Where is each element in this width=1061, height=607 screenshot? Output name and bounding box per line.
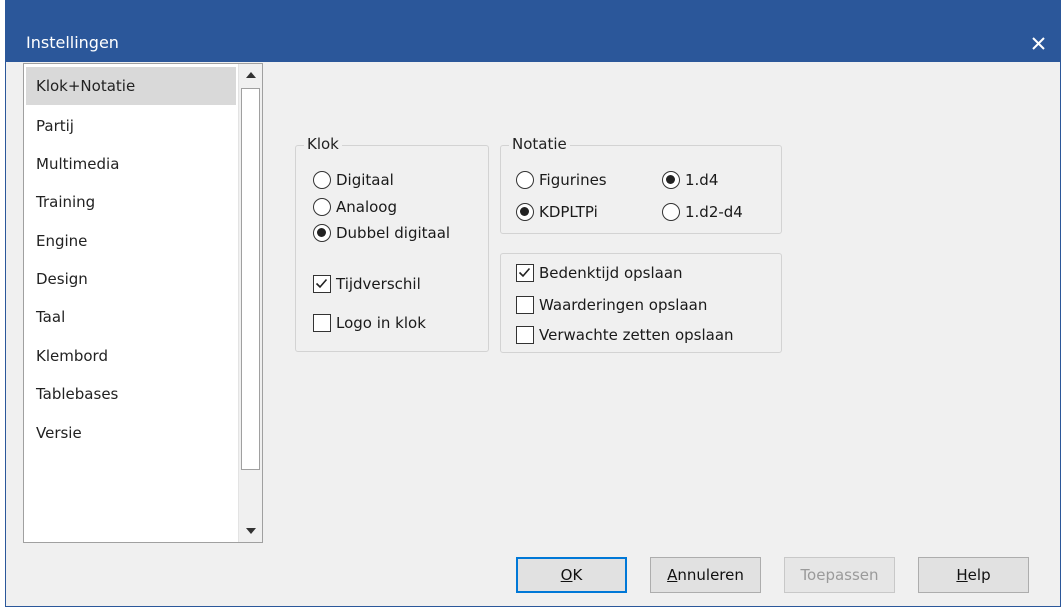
sidebar-item-taal[interactable]: Taal	[26, 298, 236, 336]
category-list[interactable]: Klok+Notatie Partij Multimedia Training …	[23, 63, 263, 543]
radio-dubbel-digitaal-indicator	[313, 224, 331, 242]
verwachte-zetten-label: Verwachte zetten opslaan	[539, 326, 734, 344]
checkmark-icon	[315, 278, 328, 289]
sidebar-item-multimedia[interactable]: Multimedia	[26, 145, 236, 183]
help-label-rest: elp	[967, 566, 991, 584]
radio-digitaal[interactable]: Digitaal	[313, 171, 394, 189]
close-icon	[1031, 36, 1045, 50]
radio-figurines-indicator	[516, 171, 534, 189]
radio-1-d4[interactable]: 1.d4	[662, 171, 718, 189]
checkbox-bedenktijd-opslaan[interactable]: Bedenktijd opslaan	[516, 264, 683, 282]
logo-in-klok-checkbox	[313, 314, 331, 332]
radio-1-d2-d4-indicator	[662, 203, 680, 221]
klok-group: Klok Digitaal Analoog Dubbel digitaal Ti…	[295, 135, 489, 352]
bedenktijd-label: Bedenktijd opslaan	[539, 264, 683, 282]
window-title: Instellingen	[26, 33, 119, 52]
radio-figurines[interactable]: Figurines	[516, 171, 607, 189]
sidebar-item-partij[interactable]: Partij	[26, 107, 236, 145]
waarderingen-label: Waarderingen opslaan	[539, 296, 708, 314]
radio-1-d2-d4[interactable]: 1.d2-d4	[662, 203, 743, 221]
vertical-scrollbar[interactable]	[238, 64, 262, 542]
close-button[interactable]	[1016, 28, 1060, 58]
sidebar-item-design[interactable]: Design	[26, 260, 236, 298]
bedenktijd-checkbox	[516, 264, 534, 282]
checkbox-tijdverschil[interactable]: Tijdverschil	[313, 275, 421, 293]
help-button[interactable]: Help	[918, 557, 1029, 593]
settings-dialog: Instellingen Klok+Notatie Partij Multime…	[5, 0, 1061, 607]
ok-mnemonic: O	[560, 566, 573, 584]
arrow-up-icon	[245, 72, 256, 78]
sidebar-item-klok-notatie[interactable]: Klok+Notatie	[26, 67, 236, 105]
scroll-down-button[interactable]	[239, 520, 262, 542]
radio-digitaal-label: Digitaal	[336, 171, 394, 189]
klok-group-title: Klok	[304, 135, 342, 153]
waarderingen-checkbox	[516, 296, 534, 314]
scroll-up-button[interactable]	[239, 64, 262, 86]
scroll-thumb[interactable]	[241, 88, 260, 470]
sidebar-item-klembord[interactable]: Klembord	[26, 337, 236, 375]
annuleren-mnemonic: A	[667, 566, 678, 584]
sidebar-item-engine[interactable]: Engine	[26, 222, 236, 260]
annuleren-label-rest: nnuleren	[677, 566, 744, 584]
radio-kdpltpi[interactable]: KDPLTPi	[516, 203, 598, 221]
logo-in-klok-label: Logo in klok	[336, 314, 426, 332]
ok-button[interactable]: OK	[516, 557, 627, 593]
tijdverschil-label: Tijdverschil	[336, 275, 421, 293]
radio-digitaal-indicator	[313, 171, 331, 189]
radio-dubbel-digitaal-label: Dubbel digitaal	[336, 224, 451, 242]
radio-1-d2-d4-label: 1.d2-d4	[685, 203, 743, 221]
arrow-down-icon	[245, 528, 256, 534]
notatie-group-title: Notatie	[509, 135, 570, 153]
help-mnemonic: H	[956, 566, 968, 584]
title-bar: Instellingen	[6, 0, 1060, 62]
sidebar-item-training[interactable]: Training	[26, 183, 236, 221]
verwachte-zetten-checkbox	[516, 326, 534, 344]
sidebar-item-versie[interactable]: Versie	[26, 414, 236, 452]
annuleren-button[interactable]: Annuleren	[650, 557, 761, 593]
ok-label-rest: K	[572, 566, 583, 584]
tijdverschil-checkbox	[313, 275, 331, 293]
radio-1-d4-indicator	[662, 171, 680, 189]
opslaan-group: Bedenktijd opslaan Waarderingen opslaan …	[500, 253, 782, 353]
radio-kdpltpi-indicator	[516, 203, 534, 221]
radio-analoog[interactable]: Analoog	[313, 198, 397, 216]
notatie-group: Notatie Figurines KDPLTPi 1.d4 1.d2-d4	[500, 135, 782, 234]
checkbox-verwachte-zetten-opslaan[interactable]: Verwachte zetten opslaan	[516, 326, 734, 344]
radio-analoog-indicator	[313, 198, 331, 216]
radio-analoog-label: Analoog	[336, 198, 398, 216]
radio-figurines-label: Figurines	[539, 171, 607, 189]
checkbox-logo-in-klok[interactable]: Logo in klok	[313, 314, 426, 332]
category-items: Klok+Notatie Partij Multimedia Training …	[24, 64, 238, 542]
radio-1-d4-label: 1.d4	[685, 171, 719, 189]
toepassen-button[interactable]: Toepassen	[784, 557, 895, 593]
radio-kdpltpi-label: KDPLTPi	[539, 203, 598, 221]
checkbox-waarderingen-opslaan[interactable]: Waarderingen opslaan	[516, 296, 707, 314]
checkmark-icon	[518, 267, 531, 278]
radio-dubbel-digitaal[interactable]: Dubbel digitaal	[313, 224, 450, 242]
sidebar-item-tablebases[interactable]: Tablebases	[26, 375, 236, 413]
toepassen-label: Toepassen	[800, 566, 879, 584]
